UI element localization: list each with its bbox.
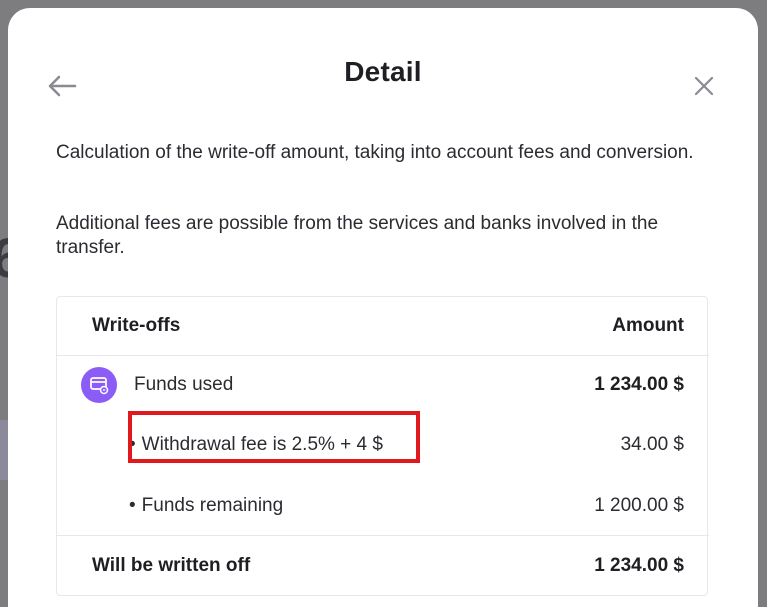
table-row-funds-remaining: • Funds remaining 1 200.00 $ — [57, 476, 709, 536]
funds-remaining-item: • Funds remaining — [129, 476, 283, 535]
backdrop-band — [0, 420, 8, 480]
description-calculation: Calculation of the write-off amount, tak… — [56, 142, 694, 163]
table-row-total: Will be written off 1 234.00 $ — [57, 536, 709, 596]
page-title: Detail — [344, 56, 422, 87]
detail-modal: Detail Calculation of the write-off amou… — [8, 8, 758, 607]
funds-used-label: Funds used — [134, 374, 234, 395]
total-amount: 1 234.00 $ — [594, 555, 684, 576]
writeoff-table: Write-offs Amount Funds used 1 234.00 $ … — [56, 296, 709, 596]
withdrawal-fee-amount: 34.00 $ — [620, 434, 684, 455]
wallet-card-icon — [81, 367, 117, 403]
funds-remaining-amount: 1 200.00 $ — [594, 494, 684, 516]
close-icon — [694, 76, 714, 96]
funds-remaining-label: Funds remaining — [141, 494, 284, 516]
funds-used-amount: 1 234.00 $ — [594, 374, 684, 395]
bullet-dot: • — [129, 434, 136, 455]
close-button[interactable] — [688, 70, 720, 102]
withdrawal-fee-label: Withdrawal fee is 2.5% + 4 $ — [141, 434, 383, 455]
table-row-withdrawal-fee: • Withdrawal fee is 2.5% + 4 $ 34.00 $ — [57, 414, 709, 476]
table-header-row: Write-offs Amount — [57, 297, 709, 356]
total-label: Will be written off — [92, 555, 251, 576]
header-writeoffs: Write-offs — [92, 315, 181, 336]
description-additional-fees: Additional fees are possible from the se… — [56, 213, 659, 258]
modal-header: Detail — [8, 8, 758, 128]
table-row-funds-used: Funds used 1 234.00 $ — [57, 356, 709, 414]
bullet-dot: • — [129, 494, 136, 516]
header-amount: Amount — [612, 315, 684, 336]
withdrawal-fee-item: • Withdrawal fee is 2.5% + 4 $ — [129, 414, 383, 476]
